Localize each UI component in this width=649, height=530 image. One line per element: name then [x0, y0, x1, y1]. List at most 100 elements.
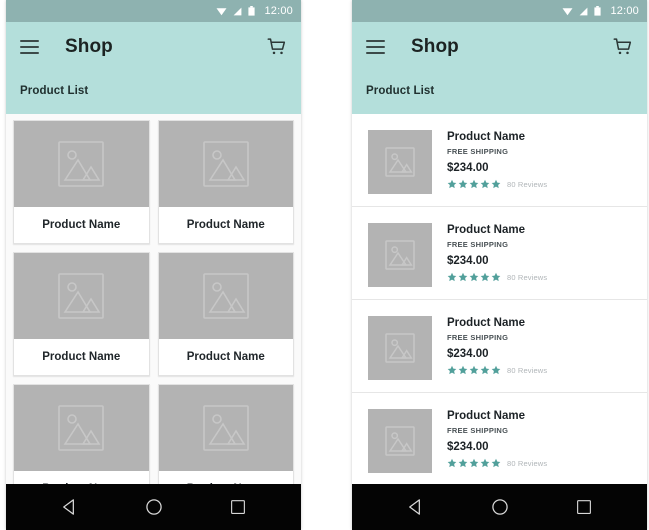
screen-list: 12:00 Shop Product List Product Name FRE…: [352, 0, 647, 530]
status-bar-icons: 12:00: [216, 5, 293, 17]
rating-row: 80 Reviews: [447, 458, 547, 468]
star-icon: [491, 272, 501, 282]
shipping-badge: FREE SHIPPING: [447, 333, 509, 342]
product-thumbnail: [368, 316, 432, 380]
product-card[interactable]: Product Name: [157, 252, 294, 376]
star-icon: [469, 458, 479, 468]
image-placeholder-icon: [385, 426, 415, 456]
star-icon: [447, 365, 457, 375]
product-card[interactable]: Product Name: [157, 120, 294, 244]
hamburger-menu-icon[interactable]: [366, 40, 385, 54]
back-icon[interactable]: [60, 497, 80, 517]
star-rating: [447, 365, 501, 375]
screen-grid: 12:00 Shop Product List Product Name Pro…: [6, 0, 301, 530]
battery-icon: [248, 6, 256, 16]
star-icon: [458, 458, 468, 468]
product-name: Product Name: [447, 131, 525, 143]
page-title: Shop: [411, 36, 459, 57]
star-icon: [480, 365, 490, 375]
star-icon: [458, 365, 468, 375]
product-list: Product Name FREE SHIPPING $234.00 80 Re…: [352, 114, 647, 530]
app-bar-subtitle: Product List: [366, 85, 435, 97]
shipping-badge: FREE SHIPPING: [447, 147, 509, 156]
product-thumbnail: [158, 121, 293, 207]
review-count: 80 Reviews: [507, 179, 548, 189]
product-price: $234.00: [447, 162, 489, 174]
status-bar-icons: 12:00: [562, 5, 639, 17]
wifi-icon: [216, 7, 227, 15]
shopping-cart-icon[interactable]: [613, 37, 633, 57]
list-item[interactable]: Product Name FREE SHIPPING $234.00 80 Re…: [352, 207, 647, 300]
product-thumbnail: [158, 253, 293, 339]
product-info: Product Name FREE SHIPPING $234.00 80 Re…: [447, 316, 547, 378]
recents-icon[interactable]: [575, 498, 593, 516]
image-placeholder-icon: [58, 405, 105, 451]
image-placeholder-icon: [202, 405, 249, 451]
status-bar-clock: 12:00: [264, 5, 293, 17]
review-count: 80 Reviews: [507, 365, 548, 375]
product-thumbnail: [14, 385, 149, 471]
star-icon: [458, 179, 468, 189]
product-name: Product Name: [447, 224, 525, 236]
app-bar-top-row: Shop: [352, 22, 647, 72]
product-thumbnail: [368, 409, 432, 473]
list-item[interactable]: Product Name FREE SHIPPING $234.00 80 Re…: [352, 300, 647, 393]
product-name: Product Name: [14, 339, 149, 375]
home-icon[interactable]: [144, 497, 164, 517]
status-bar: 12:00: [6, 0, 301, 22]
app-bar: Shop Product List: [6, 22, 301, 114]
image-placeholder-icon: [202, 141, 249, 187]
star-icon: [480, 458, 490, 468]
battery-icon: [594, 6, 602, 16]
rating-row: 80 Reviews: [447, 179, 547, 189]
app-bar-subtitle: Product List: [20, 85, 89, 97]
product-info: Product Name FREE SHIPPING $234.00 80 Re…: [447, 409, 547, 471]
image-placeholder-icon: [58, 273, 105, 319]
review-count: 80 Reviews: [507, 272, 548, 282]
back-icon[interactable]: [406, 497, 426, 517]
star-rating: [447, 179, 501, 189]
android-navigation-bar: [352, 484, 647, 530]
product-price: $234.00: [447, 255, 489, 267]
phone-list-view: 12:00 Shop Product List Product Name FRE…: [352, 0, 647, 530]
star-icon: [447, 272, 457, 282]
star-icon: [491, 458, 501, 468]
image-placeholder-icon: [58, 141, 105, 187]
product-price: $234.00: [447, 441, 489, 453]
status-bar-clock: 12:00: [610, 5, 639, 17]
review-count: 80 Reviews: [507, 458, 548, 468]
image-placeholder-icon: [385, 240, 415, 270]
recents-icon[interactable]: [229, 498, 247, 516]
home-icon[interactable]: [490, 497, 510, 517]
product-card[interactable]: Product Name: [13, 120, 150, 244]
product-thumbnail: [14, 121, 149, 207]
rating-row: 80 Reviews: [447, 272, 547, 282]
product-thumbnail: [368, 223, 432, 287]
signal-icon: [234, 7, 242, 15]
image-placeholder-icon: [385, 333, 415, 363]
shopping-cart-icon[interactable]: [267, 37, 287, 57]
star-icon: [491, 179, 501, 189]
star-icon: [469, 179, 479, 189]
star-icon: [458, 272, 468, 282]
screenshot-root: 12:00 Shop Product List Product Name Pro…: [0, 0, 649, 530]
status-bar: 12:00: [352, 0, 647, 22]
hamburger-menu-icon[interactable]: [20, 40, 39, 54]
image-placeholder-icon: [385, 147, 415, 177]
android-navigation-bar: [6, 484, 301, 530]
shipping-badge: FREE SHIPPING: [447, 240, 509, 249]
star-icon: [491, 365, 501, 375]
product-name: Product Name: [158, 207, 293, 243]
star-rating: [447, 272, 501, 282]
product-grid: Product Name Product Name Product Name P…: [6, 114, 301, 530]
star-icon: [469, 365, 479, 375]
signal-icon: [580, 7, 588, 15]
product-name: Product Name: [447, 317, 525, 329]
list-item[interactable]: Product Name FREE SHIPPING $234.00 80 Re…: [352, 393, 647, 486]
shipping-badge: FREE SHIPPING: [447, 426, 509, 435]
list-item[interactable]: Product Name FREE SHIPPING $234.00 80 Re…: [352, 114, 647, 207]
app-bar-top-row: Shop: [6, 22, 301, 72]
product-name: Product Name: [447, 410, 525, 422]
star-rating: [447, 458, 501, 468]
product-card[interactable]: Product Name: [13, 252, 150, 376]
